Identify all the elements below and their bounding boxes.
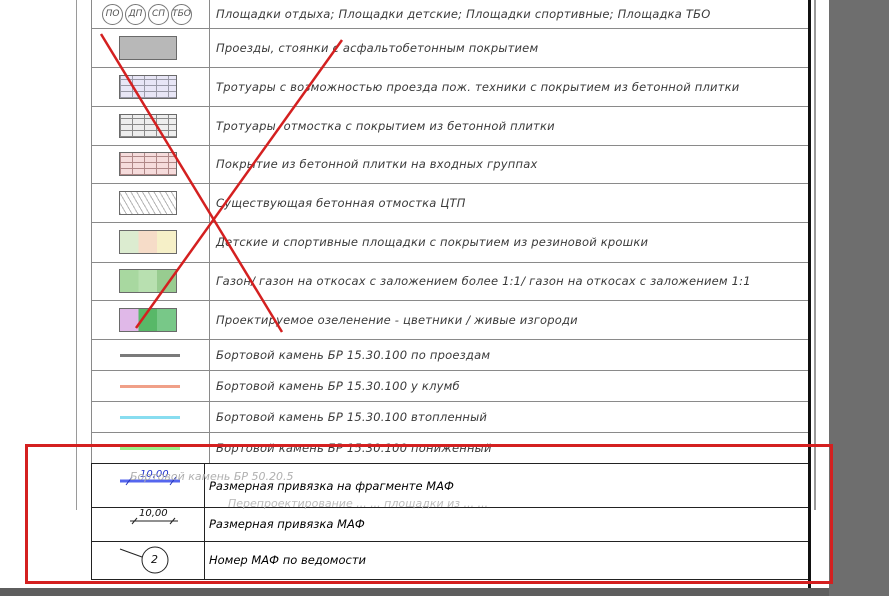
maf-legend-text: Размерная привязка МАФ xyxy=(209,517,365,531)
overlapped-ghost-text-2: Перепроектирование ... ... площадки из .… xyxy=(228,497,489,510)
maf-symbol-cell: 10,00 xyxy=(91,507,205,541)
maf-legend-row: 2 Номер МАФ по ведомости xyxy=(91,541,808,580)
maf-legend-text: Номер МАФ по ведомости xyxy=(209,553,366,567)
overlapped-ghost-text: Бортовой камень БР 50.20.5 xyxy=(130,470,294,483)
dimension-value-black: 10,00 xyxy=(139,508,168,519)
callout-leader-icon xyxy=(119,546,169,574)
maf-legend-row: 10,00 Размерная привязка МАФ xyxy=(91,507,808,542)
drawing-frame-line xyxy=(808,0,811,588)
callout-number: 2 xyxy=(151,553,158,566)
maf-symbol-cell: 2 xyxy=(91,541,205,579)
